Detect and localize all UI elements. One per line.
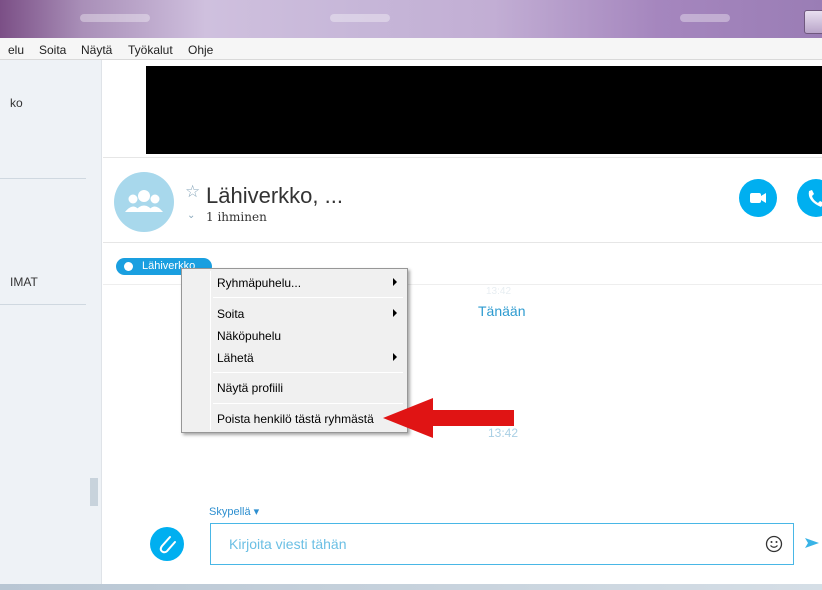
submenu-arrow-icon <box>393 309 397 317</box>
menu-item-tyokalut[interactable]: Työkalut <box>128 43 173 57</box>
smiley-icon[interactable] <box>765 535 783 553</box>
phone-icon <box>808 190 822 207</box>
menu-item-remove-from-group[interactable]: Poista henkilö tästä ryhmästä <box>184 408 405 430</box>
message-timestamp: 13:42 <box>488 426 519 440</box>
titlebar-blur <box>80 14 150 22</box>
audio-call-button[interactable] <box>797 179 822 217</box>
group-icon <box>125 190 163 212</box>
menu-bar: elu Soita Näytä Työkalut Ohje <box>0 38 822 60</box>
submenu-arrow-icon <box>393 278 397 286</box>
member-count[interactable]: 1 ihminen <box>206 210 267 224</box>
menu-separator <box>213 297 403 298</box>
menu-item-video-call[interactable]: Näköpuhelu <box>184 325 405 347</box>
conversation-title[interactable]: Lähiverkko, ... <box>206 183 343 209</box>
message-placeholder: Kirjoita viesti tähän <box>229 536 347 552</box>
menu-item-label: Poista henkilö tästä ryhmästä <box>217 412 374 426</box>
submenu-arrow-icon <box>393 353 397 361</box>
menu-item-soita[interactable]: Soita <box>39 43 66 57</box>
window-control-button[interactable] <box>804 10 822 34</box>
annotation-arrow-head <box>383 398 433 438</box>
star-outline-icon[interactable]: ☆ <box>185 182 200 202</box>
context-menu: Ryhmäpuhelu... Soita Näköpuhelu Lähetä N… <box>181 268 408 433</box>
conversation-header: ☆ Lähiverkko, ... ⌄ 1 ihminen <box>103 157 822 243</box>
attach-button[interactable] <box>150 527 184 561</box>
menu-item-label: Näköpuhelu <box>217 329 282 343</box>
sidebar-divider <box>0 304 86 305</box>
menu-separator <box>213 403 403 404</box>
faint-timestamp: 13:42 <box>486 286 512 297</box>
send-arrow-icon[interactable] <box>804 536 820 550</box>
paperclip-icon <box>159 536 176 554</box>
menu-item-label: Lähetä <box>217 351 254 365</box>
video-camera-icon <box>750 193 766 203</box>
annotation-arrow-shaft <box>430 410 514 426</box>
sidebar-scrollbar[interactable] <box>90 478 98 506</box>
menu-item-view-profile[interactable]: Näytä profiili <box>184 377 405 399</box>
menu-item-puhelu[interactable]: elu <box>8 43 24 57</box>
titlebar-blur <box>330 14 390 22</box>
sidebar-item-label[interactable]: ko <box>10 96 23 110</box>
titlebar-blur <box>680 14 730 22</box>
redacted-banner <box>146 66 822 154</box>
sidebar-section-label[interactable]: IMAT <box>10 275 38 289</box>
menu-item-group-call[interactable]: Ryhmäpuhelu... <box>184 272 405 294</box>
left-sidebar: ko IMAT <box>0 60 102 590</box>
group-avatar[interactable] <box>114 172 174 232</box>
menu-separator <box>213 372 403 373</box>
menu-item-ohje[interactable]: Ohje <box>188 43 213 57</box>
sidebar-divider <box>0 178 86 179</box>
status-dot-icon <box>124 262 133 271</box>
window-bottom-border <box>0 584 822 590</box>
menu-item-label: Soita <box>217 307 245 321</box>
menu-item-nayta[interactable]: Näytä <box>81 43 112 57</box>
menu-item-label: Ryhmäpuhelu... <box>217 276 302 290</box>
menu-item-send[interactable]: Lähetä <box>184 347 405 369</box>
menu-item-label: Näytä profiili <box>217 381 284 395</box>
message-input[interactable]: Kirjoita viesti tähän <box>210 523 794 565</box>
menu-item-call[interactable]: Soita <box>184 303 405 325</box>
chevron-down-icon[interactable]: ⌄ <box>187 210 195 221</box>
date-separator: Tänään <box>478 303 526 319</box>
video-call-button[interactable] <box>739 179 777 217</box>
window-titlebar <box>0 0 822 38</box>
message-mode-selector[interactable]: Skypellä ▾ <box>209 505 259 518</box>
